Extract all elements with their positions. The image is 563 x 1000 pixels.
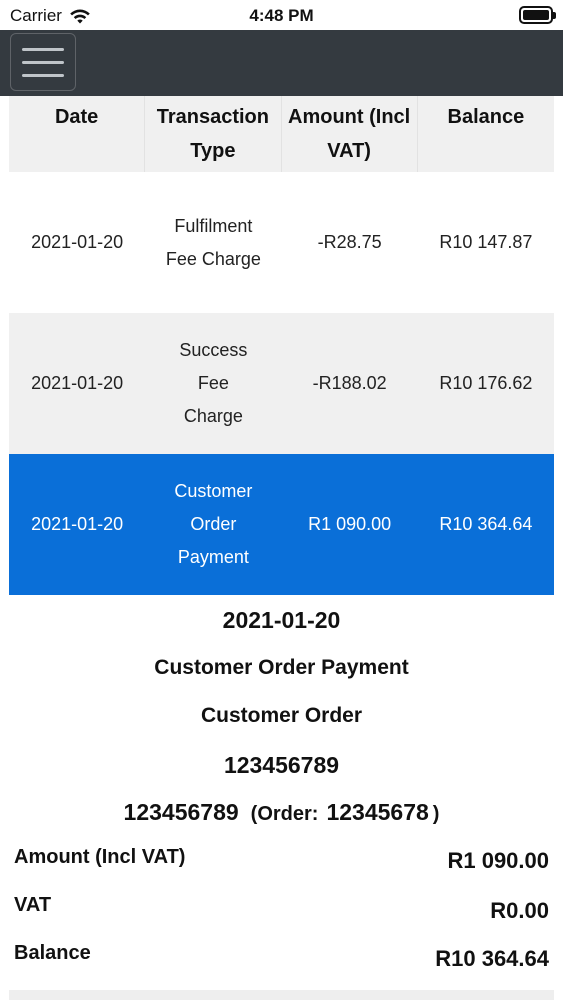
table-row[interactable]: 2021-01-20 Success Fee Charge -R188.02 R… [9, 313, 554, 454]
row-balance: R10 176.62 [439, 373, 533, 393]
header-transaction-type[interactable]: Transaction Type [145, 96, 282, 172]
balance-label: Balance [14, 942, 91, 964]
table-row-selected[interactable]: 2021-01-20 Customer Order Payment R1 090… [9, 454, 554, 595]
row-amount: -R28.75 [317, 232, 382, 252]
detail-transaction-type: Customer Order Payment [154, 656, 409, 679]
detail-reference-number: 123456789 [223, 752, 340, 778]
row-date: 2021-01-20 [31, 232, 124, 252]
hamburger-menu-icon[interactable] [10, 33, 76, 91]
detail-date: 2021-01-20 [222, 607, 341, 633]
header-date[interactable]: Date [9, 96, 146, 172]
detail-reference-number-2: 123456789 [123, 799, 239, 825]
row-balance: R10 364.64 [439, 514, 533, 534]
bottom-divider [9, 990, 554, 1000]
header-amount[interactable]: Amount (Incl VAT) [282, 96, 418, 172]
amount-value: R1 090.00 [447, 848, 549, 873]
detail-reference-type: Customer Order [200, 704, 363, 727]
row-date: 2021-01-20 [31, 514, 124, 534]
amount-label: Amount (Incl VAT) [14, 846, 186, 868]
vat-value: R0.00 [490, 898, 549, 923]
order-number: 12345678 [326, 799, 429, 825]
battery-icon [519, 6, 556, 24]
row-balance: R10 147.87 [439, 232, 533, 252]
row-amount: -R188.02 [312, 373, 387, 393]
row-transaction-type: Fulfilment Fee Charge [165, 215, 261, 269]
header-balance[interactable]: Balance [418, 96, 554, 172]
balance-value: R10 364.64 [435, 946, 549, 971]
detail-order-line: 123456789 (Order: 12345678 ) [0, 799, 563, 826]
row-date: 2021-01-20 [31, 373, 124, 393]
table-row[interactable]: 2021-01-20 Fulfilment Fee Charge -R28.75… [9, 172, 554, 313]
detail-balance-row: Balance R10 364.64 [14, 942, 549, 972]
vat-label: VAT [14, 894, 52, 916]
row-transaction-type: Customer Order Payment [174, 481, 253, 567]
status-bar: Carrier 4:48 PM [0, 0, 563, 30]
detail-amount-row: Amount (Incl VAT) R1 090.00 [14, 846, 549, 874]
order-close: ) [432, 803, 440, 825]
row-transaction-type: Success Fee Charge [179, 340, 248, 426]
order-label: (Order: [250, 803, 319, 825]
transactions-table: Date Transaction Type Amount (Incl VAT) … [9, 96, 554, 595]
row-amount: R1 090.00 [308, 514, 392, 534]
detail-vat-row: VAT R0.00 [14, 894, 549, 924]
top-navbar [0, 30, 563, 96]
table-header-row: Date Transaction Type Amount (Incl VAT) … [9, 96, 554, 172]
status-time: 4:48 PM [249, 6, 314, 25]
